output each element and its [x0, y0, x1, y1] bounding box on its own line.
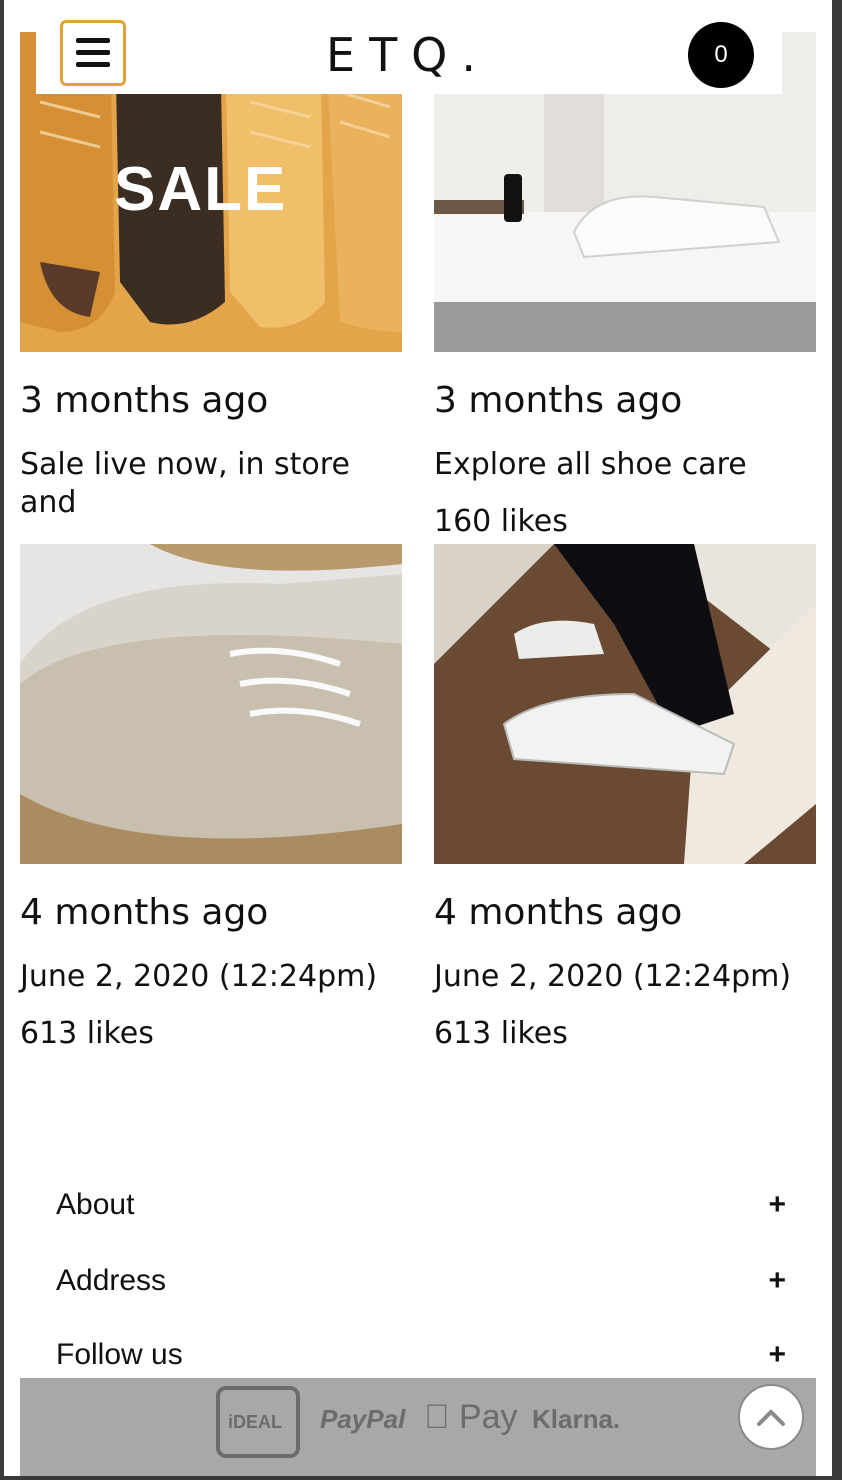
footer-follow-us[interactable]: Follow us + [56, 1338, 786, 1378]
menu-button[interactable] [60, 20, 126, 86]
apple-icon:  [424, 1398, 450, 1436]
post-date: June 2, 2020 (12:24pm) [20, 959, 378, 994]
apple-pay-label: Pay [424, 1398, 518, 1436]
klarna-logo: Klarna. [532, 1404, 621, 1434]
sale-overlay-text: SALE [114, 155, 288, 224]
hamburger-menu-icon [76, 38, 110, 67]
footer-section-label: Address [56, 1264, 167, 1297]
post-time: 4 months ago [434, 892, 683, 933]
ideal-label: iDEAL [228, 1412, 282, 1432]
footer-address[interactable]: Address + [56, 1264, 786, 1304]
post-image-sneaker-closeup[interactable] [20, 544, 402, 864]
back-to-top-button[interactable] [738, 1384, 804, 1450]
post-time: 4 months ago [20, 892, 269, 933]
worn-sneakers-image [434, 544, 816, 864]
site-header: ETQ. 0 [36, 14, 782, 94]
post-date: June 2, 2020 (12:24pm) [434, 959, 792, 994]
footer-section-label: Follow us [56, 1338, 183, 1371]
post-time: 3 months ago [20, 380, 269, 421]
payment-methods-bar: iDEAL PayPal  Pay Klarna. [20, 1378, 816, 1476]
post-likes: 160 likes [434, 504, 568, 539]
post-caption: Sale live now, in store and [20, 447, 350, 520]
site-logo[interactable]: ETQ. [326, 28, 490, 82]
post-time: 3 months ago [434, 380, 683, 421]
footer-section-label: About [56, 1188, 135, 1221]
post-likes: 613 likes [434, 1016, 568, 1051]
plus-icon[interactable]: + [768, 1188, 786, 1222]
post-image-worn-sneakers[interactable] [434, 544, 816, 864]
cart-button[interactable]: 0 [688, 22, 754, 88]
post-caption: Explore all shoe care [434, 447, 747, 482]
apple-pay-logo:  Pay [424, 1398, 518, 1437]
cart-count: 0 [714, 41, 728, 68]
plus-icon[interactable]: + [768, 1264, 786, 1298]
paypal-logo: PayPal [320, 1404, 406, 1434]
footer-about[interactable]: About + [56, 1188, 786, 1228]
post-likes: 613 likes [20, 1016, 154, 1051]
sneaker-closeup-image [20, 544, 402, 864]
plus-icon[interactable]: + [768, 1338, 786, 1372]
ideal-logo: iDEAL [216, 1386, 300, 1458]
chevron-up-icon [757, 1409, 785, 1426]
